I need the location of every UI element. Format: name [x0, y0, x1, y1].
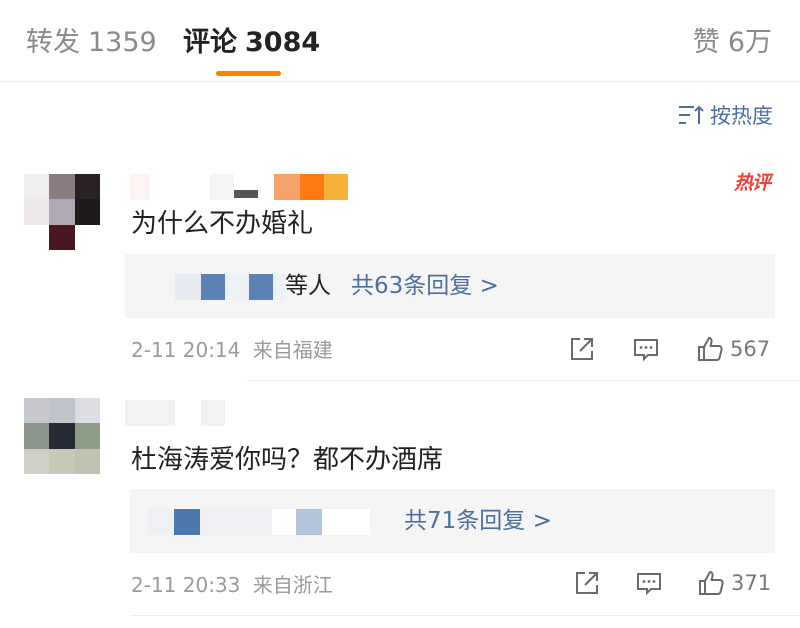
- username-redacted[interactable]: [130, 174, 348, 200]
- tab-comments-count: 3084: [245, 27, 321, 58]
- reply-users-redacted: [148, 509, 370, 535]
- hot-comment-badge: 热评: [733, 172, 771, 194]
- comment-tabs: 转发 1359 评论 3084 赞 6万: [0, 0, 800, 82]
- reply-comment-icon[interactable]: [632, 335, 660, 363]
- comment-time: 2-11 20:33: [131, 573, 241, 597]
- sort-by-hot-button[interactable]: 按热度: [678, 100, 773, 130]
- sort-icon: [679, 105, 704, 124]
- tab-likes-count: 6万: [727, 27, 772, 58]
- comment-meta: 2-11 20:14 来自福建: [131, 336, 333, 364]
- thumbs-up-icon: [699, 571, 724, 595]
- view-replies-link[interactable]: 共63条回复 >: [351, 269, 499, 303]
- comment-time: 2-11 20:14: [131, 338, 241, 362]
- avatar[interactable]: [24, 174, 100, 250]
- like-button[interactable]: 371: [697, 569, 771, 597]
- view-replies-link[interactable]: 共71条回复 >: [404, 504, 552, 538]
- sort-label: 按热度: [710, 104, 773, 128]
- reply-users-redacted: [175, 274, 285, 300]
- tab-likes-label: 赞: [692, 27, 720, 58]
- active-tab-indicator: [216, 71, 281, 76]
- comment-actions: 371: [573, 569, 771, 597]
- avatar[interactable]: [24, 398, 100, 474]
- comment-text: 杜海涛爱你吗？都不办酒席: [131, 445, 444, 475]
- comment-text: 为什么不办婚礼: [131, 209, 314, 239]
- thumbs-up-icon: [698, 337, 723, 361]
- like-count: 371: [731, 571, 772, 595]
- like-button[interactable]: 567: [696, 335, 770, 363]
- tab-reposts[interactable]: 转发 1359: [26, 26, 157, 60]
- comment-meta: 2-11 20:33 来自浙江: [131, 571, 333, 599]
- reply-comment-icon[interactable]: [635, 569, 663, 597]
- tab-likes[interactable]: 赞 6万: [693, 26, 772, 60]
- comment-divider: [131, 615, 800, 616]
- share-icon[interactable]: [573, 569, 601, 597]
- tab-reposts-label: 转发: [26, 27, 80, 58]
- replies-preview[interactable]: 等人 共63条回复 >: [125, 254, 775, 318]
- comment-location: 来自浙江: [252, 573, 333, 597]
- tab-reposts-count: 1359: [88, 27, 157, 58]
- like-count: 567: [730, 337, 771, 361]
- comment-divider: [246, 380, 800, 381]
- comment-actions: 567: [568, 335, 770, 363]
- username-redacted[interactable]: [125, 400, 225, 426]
- comment-location: 来自福建: [252, 338, 333, 362]
- replies-preview[interactable]: 共71条回复 >: [130, 489, 775, 553]
- tab-comments-label: 评论: [183, 27, 237, 58]
- reply-users-suffix: 等人: [285, 273, 331, 299]
- tab-comments[interactable]: 评论 3084: [183, 26, 320, 60]
- share-icon[interactable]: [568, 335, 596, 363]
